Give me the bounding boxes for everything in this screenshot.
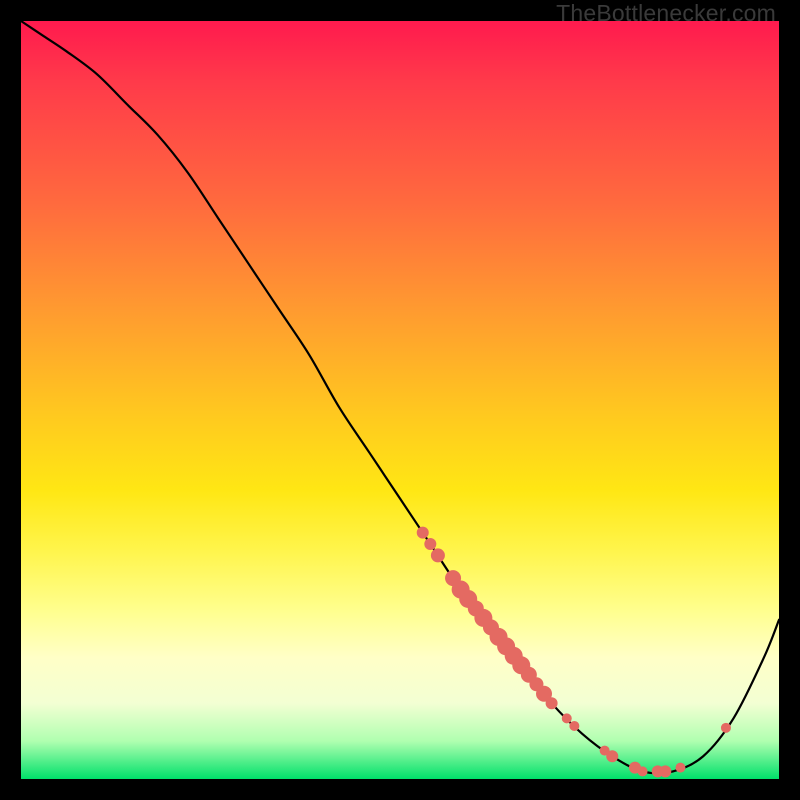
curve-marker <box>431 548 445 562</box>
curve-marker <box>546 697 558 709</box>
chart-frame: TheBottlenecker.com <box>0 0 800 800</box>
curve-line <box>21 21 779 773</box>
curve-marker <box>675 763 685 773</box>
curve-markers <box>417 527 731 778</box>
curve-marker <box>659 765 671 777</box>
plot-area <box>21 21 779 779</box>
bottleneck-curve <box>21 21 779 779</box>
curve-marker <box>638 766 648 776</box>
curve-marker <box>417 527 429 539</box>
curve-marker <box>569 721 579 731</box>
curve-marker <box>424 538 436 550</box>
curve-marker <box>721 723 731 733</box>
curve-marker <box>606 750 618 762</box>
curve-marker <box>562 713 572 723</box>
